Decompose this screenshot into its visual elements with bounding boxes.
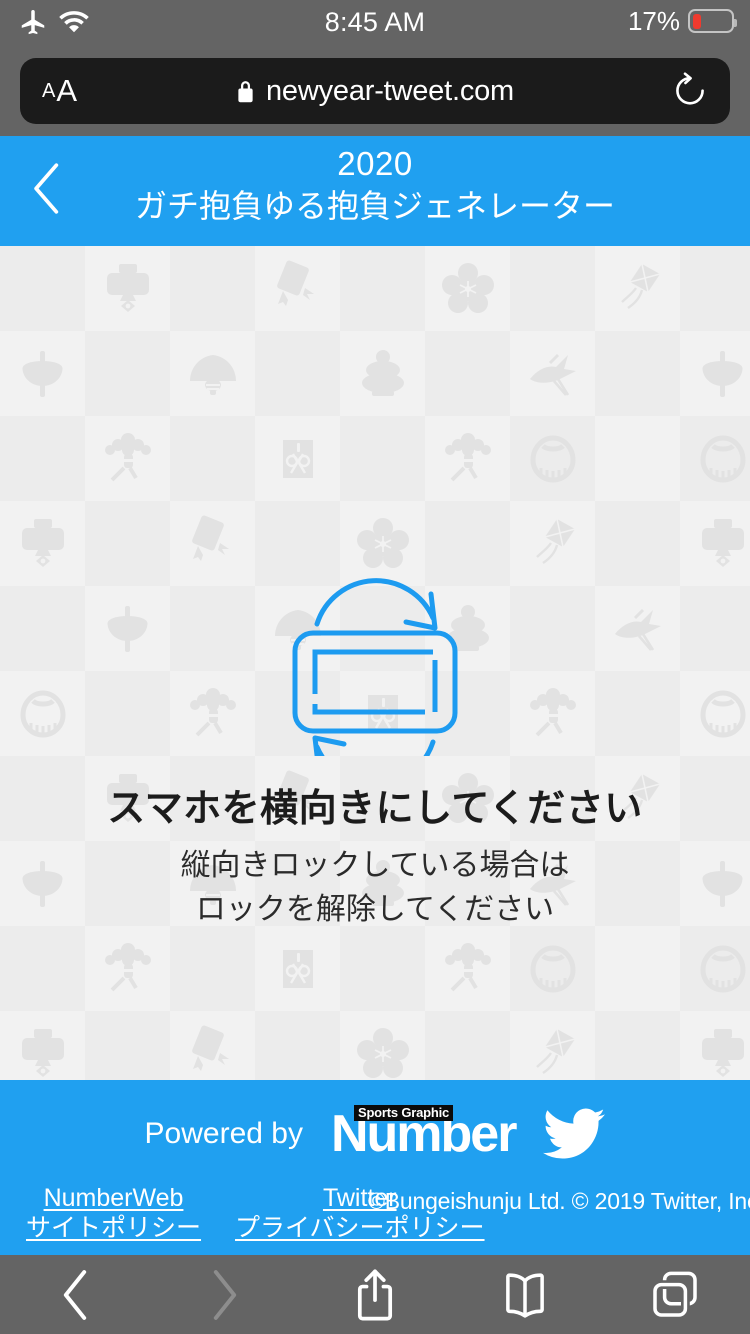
text-size-large-a: A [56, 73, 78, 108]
footer-link-twitter-line2: プライバシーポリシー [235, 1214, 485, 1242]
url-text: newyear-tweet.com [265, 74, 515, 107]
pattern-tile [340, 1011, 425, 1080]
pattern-tile [595, 331, 680, 416]
pattern-tile [510, 1011, 595, 1080]
pattern-tile [595, 1011, 680, 1080]
pattern-tile [85, 416, 170, 501]
pattern-tile [340, 926, 425, 1011]
footer-link-numberweb[interactable]: NumberWeb サイトポリシー [26, 1183, 201, 1243]
bookmarks-icon [506, 1272, 544, 1318]
rotate-prompt-subtitle: 縦向きロックしている場合は ロックを解除してください [0, 844, 750, 932]
pattern-tile [0, 926, 85, 1011]
pattern-tile [340, 416, 425, 501]
pattern-tile [170, 926, 255, 1011]
pattern-tile [425, 246, 510, 331]
powered-by-label: Powered by [144, 1117, 303, 1150]
battery-fill [692, 13, 701, 29]
reload-icon [676, 72, 704, 105]
pattern-tile [595, 246, 680, 331]
pattern-tile [680, 331, 750, 416]
rotate-prompt-title: スマホを横向きにしてください [107, 788, 643, 830]
pattern-tile [85, 926, 170, 1011]
main-content: スマホを横向きにしてください 縦向きロックしている場合は ロックを解除してくださ… [0, 246, 750, 1080]
pattern-tile [170, 416, 255, 501]
forward-icon [213, 1269, 237, 1320]
pattern-tile [255, 1011, 340, 1080]
pattern-tile [255, 246, 340, 331]
pattern-tile [85, 246, 170, 331]
pattern-tile [425, 1011, 510, 1080]
pattern-tile [170, 246, 255, 331]
pattern-tile [255, 416, 340, 501]
pattern-tile [510, 331, 595, 416]
site-footer: Powered by Sports Graphic Number NumberW… [0, 1080, 750, 1255]
pattern-tile [680, 926, 750, 1011]
page-title-subtitle: ガチ抱負ゆる抱負ジェネレーター [134, 188, 615, 224]
browser-forward-button[interactable] [150, 1269, 300, 1321]
pattern-tile [510, 246, 595, 331]
rotate-prompt-subtitle-line2: ロックを解除してください [195, 893, 555, 926]
rotate-device-icon [275, 556, 475, 788]
pattern-tile [0, 246, 85, 331]
pattern-tile [170, 1011, 255, 1080]
pattern-tile [85, 331, 170, 416]
footer-copyright: ©Bungeishunju Ltd. © 2019 Twitter, Inc. [368, 1188, 750, 1214]
text-size-small-a: A [42, 79, 56, 102]
pattern-tile [0, 331, 85, 416]
battery-nub [734, 19, 737, 27]
pattern-tile [595, 926, 680, 1011]
page-title-year: 2020 [337, 145, 413, 182]
pattern-tile [0, 1011, 85, 1080]
battery-percent-label: 17% [627, 6, 680, 36]
text-size-button[interactable]: AA [42, 58, 77, 124]
footer-link-numberweb-line2: サイトポリシー [26, 1214, 202, 1242]
tabs-icon [651, 1271, 697, 1319]
pattern-tile [255, 926, 340, 1011]
pattern-tile [680, 246, 750, 331]
powered-by-row: Powered by Sports Graphic Number [0, 1105, 750, 1160]
url-display: newyear-tweet.com [20, 58, 730, 124]
browser-bookmarks-button[interactable] [450, 1272, 600, 1318]
phone-screen: 8:45 AM 17% AA newyear-tweet.com 2020 ガチ… [0, 0, 750, 1334]
pattern-tile [255, 331, 340, 416]
rotate-prompt-subtitle-line1: 縦向きロックしている場合は [180, 849, 570, 882]
pattern-tile [680, 1011, 750, 1080]
pattern-tile [595, 416, 680, 501]
ios-status-bar: 8:45 AM 17% [0, 0, 750, 48]
pattern-tile [425, 416, 510, 501]
pattern-tile [510, 926, 595, 1011]
pattern-tile [0, 416, 85, 501]
number-logo: Sports Graphic Number [331, 1105, 517, 1160]
pattern-tile [85, 1011, 170, 1080]
share-icon [357, 1269, 393, 1320]
pattern-tile [340, 246, 425, 331]
pattern-tile [680, 416, 750, 501]
pattern-tile [340, 331, 425, 416]
browser-tabs-button[interactable] [600, 1271, 750, 1319]
status-bar-right: 17% [627, 6, 737, 36]
battery-icon [688, 9, 737, 33]
pattern-tile [425, 331, 510, 416]
back-icon [63, 1269, 87, 1320]
header-title-block: 2020 ガチ抱負ゆる抱負ジェネレーター [0, 144, 750, 228]
browser-back-button[interactable] [0, 1269, 150, 1321]
pattern-tile [510, 416, 595, 501]
footer-link-numberweb-line1: NumberWeb [43, 1184, 184, 1212]
number-logo-sub: Sports Graphic [353, 1105, 454, 1121]
lock-icon [238, 80, 253, 102]
rotate-device-prompt: スマホを横向きにしてください 縦向きロックしている場合は ロックを解除してくださ… [0, 556, 750, 932]
safari-url-bar-area: AA newyear-tweet.com [0, 48, 750, 136]
reload-button[interactable] [672, 58, 708, 124]
app-header: 2020 ガチ抱負ゆる抱負ジェネレーター [0, 136, 750, 246]
safari-toolbar [0, 1255, 750, 1334]
pattern-tile [170, 331, 255, 416]
pattern-tile [425, 926, 510, 1011]
browser-share-button[interactable] [300, 1268, 450, 1322]
twitter-bird-icon [543, 1108, 606, 1159]
safari-url-bar[interactable]: AA newyear-tweet.com [20, 58, 730, 124]
